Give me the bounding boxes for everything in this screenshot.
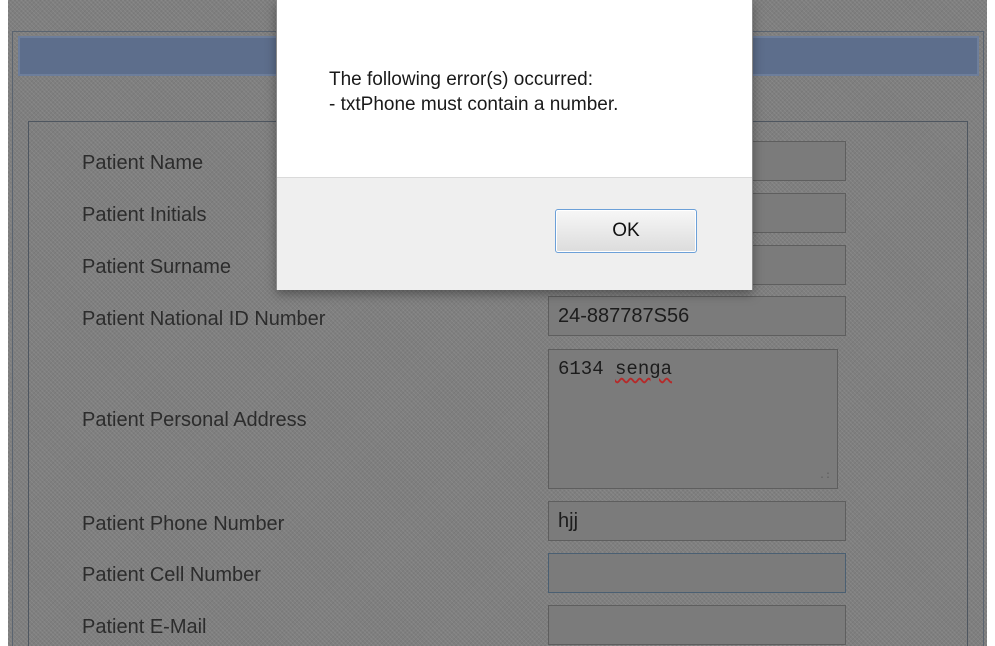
patient-phone-field[interactable]: hjj xyxy=(548,501,846,541)
patient-email-field[interactable] xyxy=(548,605,846,645)
patient-address-textarea[interactable]: 6134 senga .: xyxy=(548,349,838,489)
resize-grip-icon[interactable]: .: xyxy=(819,472,831,482)
patient-initials-label: Patient Initials xyxy=(82,204,207,226)
ok-button[interactable]: OK xyxy=(555,209,697,253)
window-edge-left xyxy=(0,0,8,646)
patient-address-label: Patient Personal Address xyxy=(82,409,307,431)
error-alert-dialog: The following error(s) occurred: - txtPh… xyxy=(276,0,753,290)
error-message: The following error(s) occurred: - txtPh… xyxy=(329,67,618,117)
patient-cell-label: Patient Cell Number xyxy=(82,564,261,586)
patient-national-id-label: Patient National ID Number xyxy=(82,308,326,330)
error-message-detail: - txtPhone must contain a number. xyxy=(329,94,619,115)
patient-name-label: Patient Name xyxy=(82,152,204,174)
patient-email-label: Patient E-Mail xyxy=(82,616,207,638)
patient-cell-field[interactable] xyxy=(548,553,846,593)
error-message-heading: The following error(s) occurred: xyxy=(329,69,593,90)
patient-national-id-field[interactable]: 24-887787S56 xyxy=(548,296,846,336)
patient-phone-label: Patient Phone Number xyxy=(82,513,285,535)
dialog-footer: OK xyxy=(277,177,752,290)
address-number-text: 6134 xyxy=(558,358,604,380)
patient-surname-label: Patient Surname xyxy=(82,256,231,278)
window-edge-right xyxy=(987,0,995,646)
address-word-text: senga xyxy=(615,358,673,380)
